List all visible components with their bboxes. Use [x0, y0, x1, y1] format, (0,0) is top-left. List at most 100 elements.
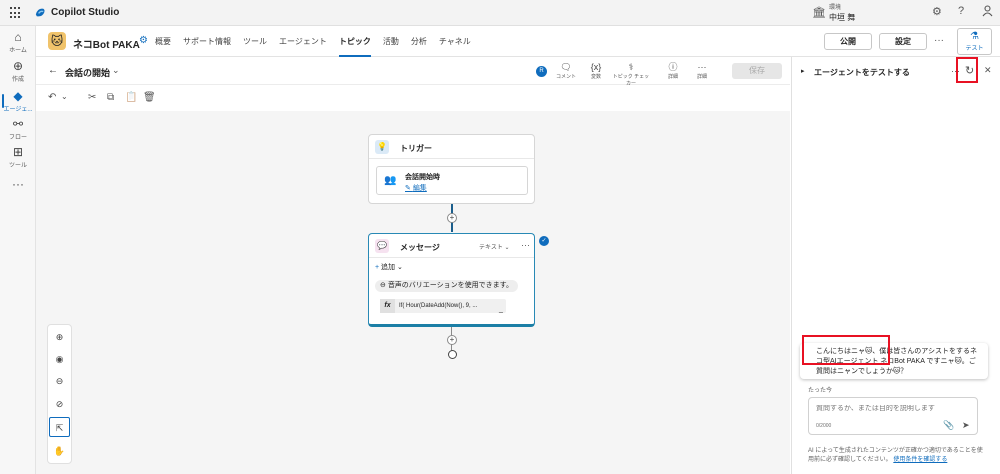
- formula-field[interactable]: fx If( Hour(DateAdd(Now(), 9, ...: [380, 299, 506, 313]
- add-variation-button[interactable]: + 追加 ⌄: [375, 262, 403, 272]
- valid-check-icon: ✓: [539, 236, 549, 246]
- settings-icon[interactable]: ⚙: [932, 5, 942, 18]
- attach-icon[interactable]: 📎: [943, 420, 954, 431]
- voice-variation-label: 音声のバリエーションを使用できます。: [387, 282, 513, 289]
- help-icon[interactable]: ?: [958, 5, 964, 17]
- nav-label-home: ホーム: [9, 48, 27, 54]
- trigger-item-label: 会話開始時: [405, 174, 440, 181]
- fit-view-icon[interactable]: ◉: [48, 349, 71, 369]
- voice-variation-chip[interactable]: ⊖ 音声のバリエーションを使用できます。: [375, 280, 518, 292]
- flow-icon: ⚯: [12, 117, 24, 131]
- message-title: メッセージ: [400, 243, 440, 252]
- trigger-node[interactable]: 💡 トリガー 👥 会話開始時 ✎ 編集: [368, 134, 535, 204]
- app-launcher-icon[interactable]: [10, 7, 22, 19]
- zoom-out-icon[interactable]: ⊖: [48, 371, 71, 391]
- trigger-header: 💡 トリガー: [369, 135, 534, 159]
- tab-knowledge[interactable]: サポート情報: [183, 26, 231, 57]
- agent-avatar: 🐱: [48, 32, 66, 50]
- add-node-button[interactable]: +: [447, 335, 457, 345]
- plus-icon: +: [375, 264, 380, 271]
- chat-input[interactable]: [816, 405, 966, 412]
- details-label: 詳細: [667, 74, 678, 80]
- more-details-button[interactable]: ··· 詳細: [682, 62, 722, 80]
- reset-zoom-icon[interactable]: ⊘: [48, 394, 71, 414]
- tab-overview[interactable]: 概要: [155, 26, 171, 57]
- environment-switcher[interactable]: 環境 中垣 舞: [829, 2, 855, 23]
- paste-icon[interactable]: 📋: [125, 92, 137, 103]
- agent-header: 🐱 ネコBot PAKA ⚙ 概要 サポート情報 ツール エージェント トピック…: [36, 26, 1000, 57]
- edit-link-label: 編集: [412, 185, 427, 192]
- topic-name: 会話の開始: [65, 68, 111, 78]
- close-icon[interactable]: ✕: [984, 65, 992, 76]
- nav-label-create: 作成: [11, 77, 24, 83]
- nav-item-home[interactable]: ⌂ ホーム: [0, 30, 36, 55]
- chat-input-box[interactable]: 0/2000 📎 ➤: [808, 397, 978, 435]
- zoom-in-icon[interactable]: ⊕: [48, 327, 71, 347]
- add-label: 追加: [381, 264, 396, 271]
- nav-label-flows: フロー: [8, 135, 27, 141]
- nav-more[interactable]: ···: [0, 178, 36, 192]
- copy-icon[interactable]: ⧉: [107, 92, 114, 103]
- test-button[interactable]: ⚗ テスト: [957, 28, 992, 55]
- variables-button[interactable]: {x} 変数: [576, 62, 616, 80]
- collapse-icon[interactable]: ▸: [801, 67, 805, 75]
- topic-checker-button[interactable]: ⚕ トピック チェッカー: [611, 62, 651, 87]
- tab-activity[interactable]: 活動: [383, 26, 399, 57]
- terms-link[interactable]: 使用条件を確認する: [893, 457, 947, 463]
- comment-label: コメント: [555, 74, 576, 80]
- disclaimer: AI によって生成されたコンテンツが正確かつ適切であることを使用前に必ず確認して…: [808, 447, 988, 465]
- app-title: Copilot Studio: [51, 7, 120, 18]
- test-panel: ▸ エージェントをテストする ··· ↻ ✕ こんにちはニャ🐱、僕は皆さんのアシ…: [791, 57, 1000, 474]
- left-nav: ⌂ ホーム ⊕ 作成 ◆ エージェ... ⚯ フロー ⊞ ツール ···: [0, 26, 36, 474]
- highlight-box-refresh: [956, 57, 978, 83]
- copilot-studio-logo: [35, 8, 45, 17]
- cut-icon[interactable]: ✂: [88, 92, 96, 103]
- tools-icon: ⊞: [12, 145, 24, 159]
- test-panel-title: エージェントをテストする: [814, 68, 910, 77]
- add-node-button[interactable]: +: [447, 213, 457, 223]
- nav-item-agents[interactable]: ◆ エージェ...: [0, 89, 36, 114]
- send-icon[interactable]: ➤: [962, 420, 970, 431]
- agent-icon: ◆: [13, 89, 23, 103]
- environment-icon: 🏛: [812, 7, 826, 19]
- back-arrow-icon[interactable]: ←: [48, 65, 58, 76]
- nav-label-agents: エージェ...: [3, 107, 33, 113]
- nav-item-flows[interactable]: ⚯ フロー: [0, 117, 36, 142]
- tab-bar: 概要 サポート情報 ツール エージェント トピック 活動 分析 チャネル: [155, 26, 471, 57]
- message-type-dropdown[interactable]: テキスト ⌄: [479, 242, 510, 251]
- trigger-condition[interactable]: 👥 会話開始時 ✎ 編集: [376, 166, 528, 195]
- settings-button[interactable]: 設定: [879, 33, 927, 50]
- agent-badge-icon: ⚙: [139, 35, 148, 46]
- message-icon: 💬: [375, 239, 389, 253]
- undo-dropdown-icon[interactable]: ⌄: [61, 92, 68, 101]
- flask-icon: ⚗: [970, 31, 979, 42]
- publish-button[interactable]: 公開: [824, 33, 872, 50]
- save-button[interactable]: 保存: [732, 63, 782, 79]
- chevron-down-icon[interactable]: ⌄: [112, 65, 120, 76]
- home-icon: ⌂: [14, 30, 22, 44]
- lightbulb-icon: 💡: [375, 140, 389, 154]
- message-header: 💬 メッセージ テキスト ⌄ ···: [369, 234, 534, 258]
- tab-agents[interactable]: エージェント: [279, 26, 327, 57]
- edit-link[interactable]: ✎ 編集: [405, 183, 427, 193]
- tab-tools[interactable]: ツール: [243, 26, 267, 57]
- nav-item-tools[interactable]: ⊞ ツール: [0, 145, 36, 170]
- nav-item-create[interactable]: ⊕ 作成: [0, 60, 36, 84]
- fx-icon: fx: [380, 299, 395, 313]
- undo-icon[interactable]: ↶: [48, 92, 56, 103]
- tab-topics[interactable]: トピック: [338, 26, 371, 57]
- message-more-icon[interactable]: ···: [521, 240, 530, 250]
- message-node[interactable]: 💬 メッセージ テキスト ⌄ ··· + 追加 ⌄ ⊖ 音声のバリエーションを使…: [368, 233, 535, 327]
- message-type-label: テキスト: [479, 245, 503, 251]
- account-icon[interactable]: [982, 5, 993, 20]
- delete-icon[interactable]: 🗑: [143, 92, 156, 103]
- environment-label: 環境: [829, 5, 842, 11]
- char-counter: 0/2000: [816, 423, 832, 429]
- select-mode-icon[interactable]: ⇱: [49, 417, 70, 437]
- tab-analytics[interactable]: 分析: [411, 26, 427, 57]
- tab-channels[interactable]: チャネル: [439, 26, 471, 57]
- pan-mode-icon[interactable]: ✋: [48, 441, 71, 461]
- more-icon: ···: [697, 62, 707, 72]
- header-more-button[interactable]: ···: [934, 35, 944, 46]
- formula-text: If( Hour(DateAdd(Now(), 9, ...: [399, 303, 478, 309]
